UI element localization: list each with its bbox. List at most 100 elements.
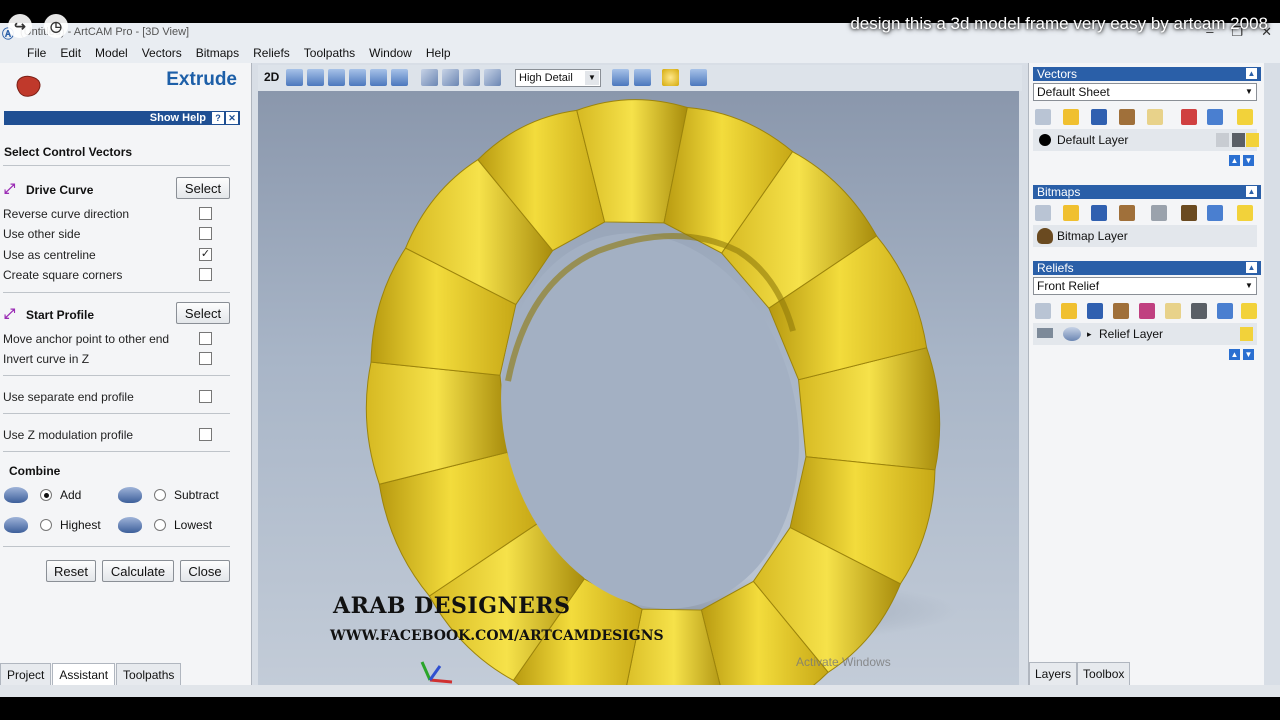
show-help-label: Show Help — [149, 112, 206, 124]
use-as-centreline-checkbox[interactable]: ✓ — [199, 248, 212, 261]
menu-window[interactable]: Window — [362, 43, 419, 63]
help-icon[interactable]: ? — [212, 112, 224, 124]
relief-combine-icon[interactable] — [1139, 303, 1155, 319]
share-icon[interactable]: ↪ — [8, 14, 32, 38]
grid-icon[interactable] — [1151, 205, 1167, 221]
open-icon[interactable] — [1063, 109, 1079, 125]
render-icon[interactable] — [690, 69, 707, 86]
default-layer-row[interactable]: Default Layer — [1033, 129, 1259, 151]
front-view-icon[interactable] — [463, 69, 480, 86]
light-icon[interactable] — [612, 69, 629, 86]
move-anchor-checkbox[interactable] — [199, 332, 212, 345]
brush-icon[interactable] — [1113, 303, 1129, 319]
calculate-button[interactable]: Calculate — [102, 560, 174, 582]
z-modulation-checkbox[interactable] — [199, 428, 212, 441]
reverse-curve-checkbox[interactable] — [199, 207, 212, 220]
menu-help[interactable]: Help — [419, 43, 458, 63]
divider — [3, 451, 230, 452]
start-profile-select-button[interactable]: Select — [176, 302, 230, 324]
tab-project[interactable]: Project — [0, 663, 52, 685]
bitmap-layer-row[interactable]: Bitmap Layer — [1033, 225, 1257, 247]
new-layer-icon[interactable] — [1035, 205, 1051, 221]
lamp-icon[interactable] — [662, 69, 679, 86]
pin-icon[interactable]: ▲ — [1246, 68, 1257, 79]
person-icon[interactable] — [1181, 205, 1197, 221]
rotate-icon[interactable] — [286, 69, 303, 86]
menu-file[interactable]: File — [20, 43, 53, 63]
brush-icon[interactable] — [1119, 109, 1135, 125]
move-down-icon[interactable]: ▼ — [1243, 155, 1254, 166]
menu-reliefs[interactable]: Reliefs — [246, 43, 297, 63]
delete-icon[interactable] — [1217, 303, 1233, 319]
menu-bitmaps[interactable]: Bitmaps — [189, 43, 246, 63]
open-icon[interactable] — [1063, 205, 1079, 221]
zoom-fit-icon[interactable] — [391, 69, 408, 86]
use-other-side-checkbox[interactable] — [199, 227, 212, 240]
reset-button[interactable]: Reset — [46, 560, 96, 582]
square-corners-checkbox[interactable] — [199, 268, 212, 281]
bulb-icon[interactable] — [1237, 205, 1253, 221]
combine-highest-radio[interactable] — [40, 519, 52, 531]
relief-layer-row[interactable]: ▸ Relief Layer — [1033, 323, 1257, 345]
menu-vectors[interactable]: Vectors — [135, 43, 189, 63]
axis-icon[interactable] — [634, 69, 651, 86]
save-icon[interactable] — [1091, 205, 1107, 221]
side-view-icon[interactable] — [484, 69, 501, 86]
close-help-icon[interactable]: ✕ — [226, 112, 238, 124]
combine-add-radio[interactable] — [40, 489, 52, 501]
tab-toolbox[interactable]: Toolbox — [1077, 662, 1131, 685]
layer-color-icon[interactable] — [1039, 134, 1051, 146]
document-icon[interactable] — [1165, 303, 1181, 319]
visibility-bulb-icon[interactable] — [1246, 133, 1259, 147]
relief-select[interactable]: Front Relief ▼ — [1033, 277, 1257, 295]
invert-curve-checkbox[interactable] — [199, 352, 212, 365]
close-button[interactable]: Close — [180, 560, 230, 582]
menu-model[interactable]: Model — [88, 43, 135, 63]
save-icon[interactable] — [1091, 109, 1107, 125]
vector-sheet-select[interactable]: Default Sheet ▼ — [1033, 83, 1257, 101]
delete-icon[interactable] — [1207, 205, 1223, 221]
new-layer-icon[interactable] — [1035, 303, 1051, 319]
visibility-bulb-icon[interactable] — [1240, 327, 1253, 341]
merge-icon[interactable] — [1181, 109, 1197, 125]
expand-icon[interactable]: ▸ — [1087, 323, 1092, 345]
menu-toolpaths[interactable]: Toolpaths — [297, 43, 362, 63]
move-up-icon[interactable]: ▲ — [1229, 155, 1240, 166]
menu-edit[interactable]: Edit — [53, 43, 88, 63]
bulb-icon[interactable] — [1241, 303, 1257, 319]
save-icon[interactable] — [1087, 303, 1103, 319]
grid-icon[interactable] — [1191, 303, 1207, 319]
pin-icon[interactable]: ▲ — [1246, 262, 1257, 273]
iso-view-icon[interactable] — [421, 69, 438, 86]
combine-lowest-radio[interactable] — [154, 519, 166, 531]
bulb-icon[interactable] — [1237, 109, 1253, 125]
drive-curve-select-button[interactable]: Select — [176, 177, 230, 199]
new-layer-icon[interactable] — [1035, 109, 1051, 125]
pan-icon[interactable] — [307, 69, 324, 86]
zoom-out-icon[interactable] — [349, 69, 366, 86]
watch-later-icon[interactable]: ◷ — [44, 14, 68, 38]
relief-mode-icon[interactable] — [1037, 328, 1053, 338]
document-icon[interactable] — [1147, 109, 1163, 125]
lock-icon[interactable] — [1216, 133, 1229, 147]
pin-icon[interactable]: ▲ — [1246, 186, 1257, 197]
combine-subtract-radio[interactable] — [154, 489, 166, 501]
brush-icon[interactable] — [1119, 205, 1135, 221]
3d-viewport[interactable]: ARAB DESIGNERS WWW.FACEBOOK.COM/ARTCAMDE… — [258, 91, 1019, 687]
move-up-icon[interactable]: ▲ — [1229, 349, 1240, 360]
edit-icon[interactable] — [1232, 133, 1245, 147]
tab-layers[interactable]: Layers — [1029, 662, 1078, 685]
top-view-icon[interactable] — [442, 69, 459, 86]
move-down-icon[interactable]: ▼ — [1243, 349, 1254, 360]
tab-assistant[interactable]: Assistant — [52, 663, 116, 685]
2d-view-button[interactable]: 2D — [264, 70, 279, 84]
bitmap-thumbnail-icon — [1037, 228, 1053, 244]
show-help-bar[interactable]: Show Help ? ✕ — [4, 111, 240, 125]
open-icon[interactable] — [1061, 303, 1077, 319]
separate-end-profile-checkbox[interactable] — [199, 390, 212, 403]
zoom-in-icon[interactable] — [328, 69, 345, 86]
tab-toolpaths[interactable]: Toolpaths — [116, 663, 182, 685]
detail-select[interactable]: High Detail ▼ — [515, 69, 601, 87]
delete-icon[interactable] — [1207, 109, 1223, 125]
zoom-box-icon[interactable] — [370, 69, 387, 86]
